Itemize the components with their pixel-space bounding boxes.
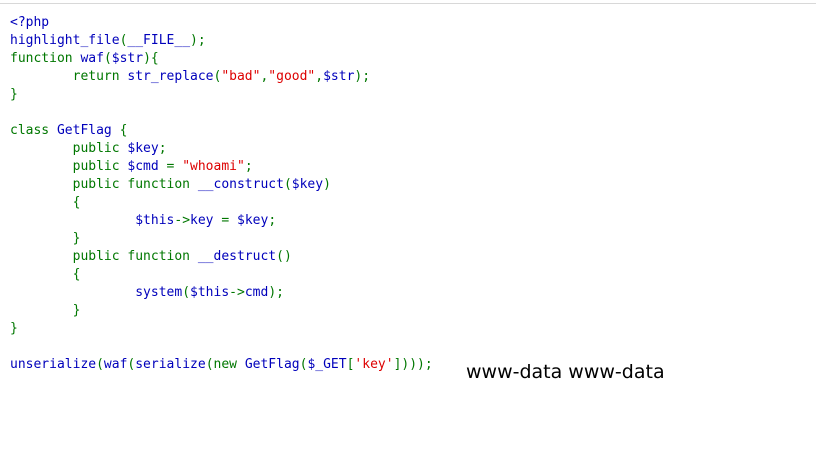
code-token: (new: [205, 357, 245, 372]
code-line: function waf($str){: [10, 50, 433, 68]
code-token: (: [182, 285, 191, 300]
code-token: ;: [268, 213, 277, 228]
code-token: }: [10, 321, 18, 336]
code-token: ->: [174, 213, 191, 228]
code-token: str_replace: [127, 69, 214, 84]
code-token: system: [135, 285, 183, 300]
code-line: }: [10, 86, 433, 104]
code-line: public $cmd = "whoami";: [10, 158, 433, 176]
code-token: $key: [127, 141, 159, 156]
code-token: );: [190, 33, 206, 48]
code-line: $this->key = $key;: [10, 212, 433, 230]
code-token: $key: [237, 213, 269, 228]
code-token: ;: [244, 159, 253, 174]
code-token: (: [103, 51, 112, 66]
code-line: public function __destruct(): [10, 248, 433, 266]
code-token: ,: [315, 69, 324, 84]
code-token: ])));: [393, 357, 433, 372]
code-line: unserialize(waf(serialize(new GetFlag($_…: [10, 356, 433, 374]
code-line: highlight_file(__FILE__);: [10, 32, 433, 50]
code-line: }: [10, 230, 433, 248]
code-token: ){: [143, 51, 159, 66]
code-line: }: [10, 302, 433, 320]
code-token: cmd: [244, 285, 269, 300]
code-token: __construct: [197, 177, 284, 192]
code-token: );: [354, 69, 371, 84]
code-token: 'key': [354, 357, 394, 372]
code-token: }: [10, 87, 18, 102]
command-output-text: www-data www-data: [466, 361, 665, 383]
code-token: highlight_file: [10, 33, 120, 48]
code-token: ;: [158, 141, 167, 156]
code-line: {: [10, 194, 433, 212]
code-token: $this: [190, 285, 230, 300]
code-token: );: [268, 285, 284, 300]
code-line: public function __construct($key): [10, 176, 433, 194]
php-source-code-block: <?php highlight_file(__FILE__); function w…: [10, 14, 433, 374]
code-line: system($this->cmd);: [10, 284, 433, 302]
code-line: public $key;: [10, 140, 433, 158]
code-token: (): [276, 249, 292, 264]
code-token: "bad": [221, 69, 261, 84]
code-line: class GetFlag {: [10, 122, 433, 140]
code-token: public function: [10, 249, 198, 264]
code-line: return str_replace("bad","good",$str);: [10, 68, 433, 86]
code-token: <?php: [10, 15, 50, 30]
code-token: key: [190, 213, 222, 228]
code-token: (: [283, 177, 292, 192]
code-line: <?php: [10, 14, 433, 32]
code-token: $_GET: [307, 357, 347, 372]
code-token: public function: [10, 177, 198, 192]
code-line: {: [10, 266, 433, 284]
code-token: $cmd: [127, 159, 167, 174]
code-token: public: [10, 159, 128, 174]
code-token: function: [10, 51, 81, 66]
code-token: GetFlag: [244, 357, 300, 372]
code-token: public: [10, 141, 128, 156]
code-token: (: [96, 357, 104, 372]
code-token: =: [166, 159, 183, 174]
code-token: =: [221, 213, 237, 228]
code-token: "good": [268, 69, 316, 84]
code-line: }: [10, 320, 433, 338]
code-token: $this: [135, 213, 175, 228]
code-token: $str: [323, 69, 355, 84]
code-token: unserialize: [10, 357, 97, 372]
code-token: $str: [111, 51, 144, 66]
code-token: __destruct: [197, 249, 277, 264]
code-token: {: [119, 123, 128, 138]
code-token: waf: [80, 51, 104, 66]
code-token: serialize: [135, 357, 206, 372]
browser-page: <?php highlight_file(__FILE__); function w…: [0, 0, 816, 455]
top-divider: [0, 3, 816, 4]
code-token: waf: [103, 357, 128, 372]
code-token: class: [10, 123, 57, 138]
code-token: {: [10, 267, 81, 282]
code-token: return: [10, 69, 128, 84]
code-token: "whoami": [182, 159, 245, 174]
code-token: ): [323, 177, 331, 192]
code-token: GetFlag: [56, 123, 120, 138]
code-token: {: [10, 195, 81, 210]
code-token: ->: [229, 285, 245, 300]
code-token: __FILE__: [127, 33, 191, 48]
code-token: }: [10, 303, 81, 318]
code-token: }: [10, 231, 81, 246]
code-token: $key: [291, 177, 324, 192]
